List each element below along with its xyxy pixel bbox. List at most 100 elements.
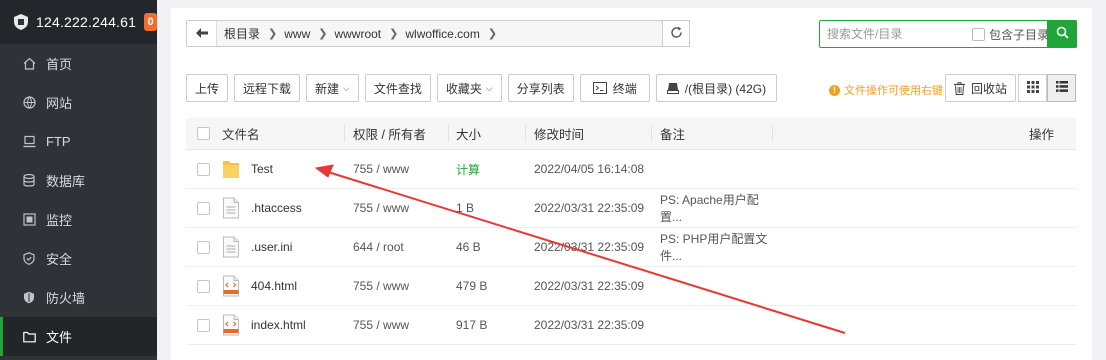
sidebar-item-5[interactable]: 安全 [0,239,157,278]
operations-cell [772,306,1076,344]
permission-cell[interactable]: 755 / www [344,150,448,188]
file-name-cell[interactable]: index.html [222,306,344,344]
row-checkbox[interactable] [197,201,210,215]
note-cell[interactable] [651,150,772,188]
file-name-cell[interactable]: .user.ini [222,228,344,266]
recycle-label: 回收站 [971,81,1008,96]
path-bar[interactable]: 根目录 ❯ www ❯ wwwroot ❯ wlwoffice.com ❯ [186,20,690,47]
favorites-dropdown-button[interactable]: 收藏夹 ⌵ [436,74,502,102]
disk-button[interactable]: /(根目录) (42G) [655,74,778,102]
row-checkbox[interactable] [197,162,210,176]
refresh-button[interactable] [662,20,690,47]
note-cell[interactable] [651,267,772,305]
firewall-icon [22,291,36,305]
modified-time-cell: 2022/03/31 22:35:09 [534,279,645,293]
operations-cell [772,150,1076,188]
notification-badge[interactable]: 0 [144,13,157,31]
grid-icon [1026,80,1039,96]
toolbar: 上传 远程下载 新建 ⌵ 文件查找 收藏夹 ⌵ 分享列表 终端 /(根目录) (42… [186,74,783,102]
note-cell[interactable]: PS: PHP用户配置文件... [651,228,772,266]
permission-cell[interactable]: 755 / www [344,189,448,227]
info-icon: ! [829,84,840,96]
view-switcher [1018,74,1076,102]
permission-cell[interactable]: 755 / www [344,306,448,344]
size-cell: 479 B [456,279,488,293]
sidebar-menu: 首页 网站 FTP 数据库 监控安全防火墙文件 [0,44,157,356]
header-permission[interactable]: 权限 / 所有者 [344,118,448,149]
database-icon [22,174,36,188]
row-select-cell [186,150,222,188]
sidebar-item-label: 安全 [46,252,73,267]
include-subdir-checkbox[interactable] [972,27,985,41]
new-dropdown-button[interactable]: 新建 ⌵ [306,74,359,102]
favorites-label: 收藏夹 [445,81,482,96]
monitor-icon [22,213,36,227]
new-label: 新建 [315,81,340,96]
search-input[interactable] [820,27,960,41]
modified-time-cell: 2022/04/05 16:14:08 [534,162,645,176]
disk-icon [666,82,679,94]
table-row[interactable]: Test 755 / www 计算 2022/04/05 16:14:08 [186,150,1076,189]
server-shield-icon [14,14,28,30]
recycle-bin-button[interactable]: 回收站 [945,74,1017,102]
sidebar-item-2[interactable]: FTP [0,122,157,161]
table-row[interactable]: .user.ini 644 / root 46 B 2022/03/31 22:35:… [186,228,1076,267]
breadcrumb-segment[interactable]: www [277,27,314,41]
modified-time-cell: 2022/03/31 22:35:09 [534,201,645,215]
file-name[interactable]: Test [251,162,273,176]
file-name-cell[interactable]: .htaccess [222,189,344,227]
breadcrumb-segment[interactable]: wwwroot [327,27,385,41]
row-checkbox[interactable] [197,240,210,254]
sidebar-item-7[interactable]: 文件 [0,317,157,356]
share-list-button[interactable]: 分享列表 [507,74,574,102]
breadcrumb-segment[interactable]: wlwoffice.com [398,27,483,41]
table-row[interactable]: index.html 755 / www 917 B 2022/03/31 22:35… [186,306,1076,345]
file-name[interactable]: index.html [251,318,306,332]
sidebar-item-0[interactable]: 首页 [0,44,157,83]
size-cell: 917 B [456,318,488,332]
server-header[interactable]: 124.222.244.61 0 [0,0,157,44]
header-name[interactable]: 文件名 [222,118,344,149]
table-row[interactable]: .htaccess 755 / www 1 B 2022/03/31 22:35:09… [186,189,1076,228]
sidebar-item-label: 文件 [46,330,73,345]
sidebar-item-1[interactable]: 网站 [0,83,157,122]
file-name-cell[interactable]: Test [222,150,344,188]
operations-cell [772,228,1076,266]
include-subdir-label: 包含子目录 [989,27,1050,42]
size-cell[interactable]: 计算 [448,150,525,188]
permission-cell[interactable]: 644 / root [344,228,448,266]
file-search-button[interactable]: 文件查找 [364,74,431,102]
note-cell[interactable]: PS: Apache用户配置... [651,189,772,227]
right-click-tip: ! 文件操作可使用右键 [829,82,943,98]
upload-button[interactable]: 上传 [186,74,229,102]
sidebar-item-6[interactable]: 防火墙 [0,278,157,317]
file-name[interactable]: 404.html [251,279,297,293]
server-ip: 124.222.244.61 [36,14,137,30]
file-name-cell[interactable]: 404.html [222,267,344,305]
file-name[interactable]: .htaccess [251,201,302,215]
permission-cell[interactable]: 755 / www [344,267,448,305]
table-row[interactable]: 404.html 755 / www 479 B 2022/03/31 22:35:0… [186,267,1076,306]
sidebar-item-4[interactable]: 监控 [0,200,157,239]
terminal-button[interactable]: 终端 [579,74,650,102]
search-button[interactable] [1047,20,1077,48]
breadcrumb-segment[interactable]: 根目录 [217,25,264,42]
back-button[interactable] [187,21,217,46]
file-name[interactable]: .user.ini [251,240,292,254]
include-subdir-toggle[interactable]: 包含子目录 [972,26,1049,43]
row-checkbox[interactable] [197,318,210,332]
header-size[interactable]: 大小 [448,118,525,149]
shield-check-icon [22,252,36,266]
grid-view-button[interactable] [1018,74,1047,102]
header-modified-time[interactable]: 修改时间 [525,118,651,149]
arrow-left-icon [195,27,208,41]
note-cell[interactable] [651,306,772,344]
row-checkbox[interactable] [197,279,210,293]
list-view-button[interactable] [1047,74,1076,102]
sidebar-item-3[interactable]: 数据库 [0,161,157,200]
remote-download-button[interactable]: 远程下载 [234,74,301,102]
row-select-cell [186,267,222,305]
select-all-checkbox[interactable] [197,127,210,140]
sidebar-item-label: 防火墙 [46,291,86,306]
list-icon [1055,81,1068,95]
